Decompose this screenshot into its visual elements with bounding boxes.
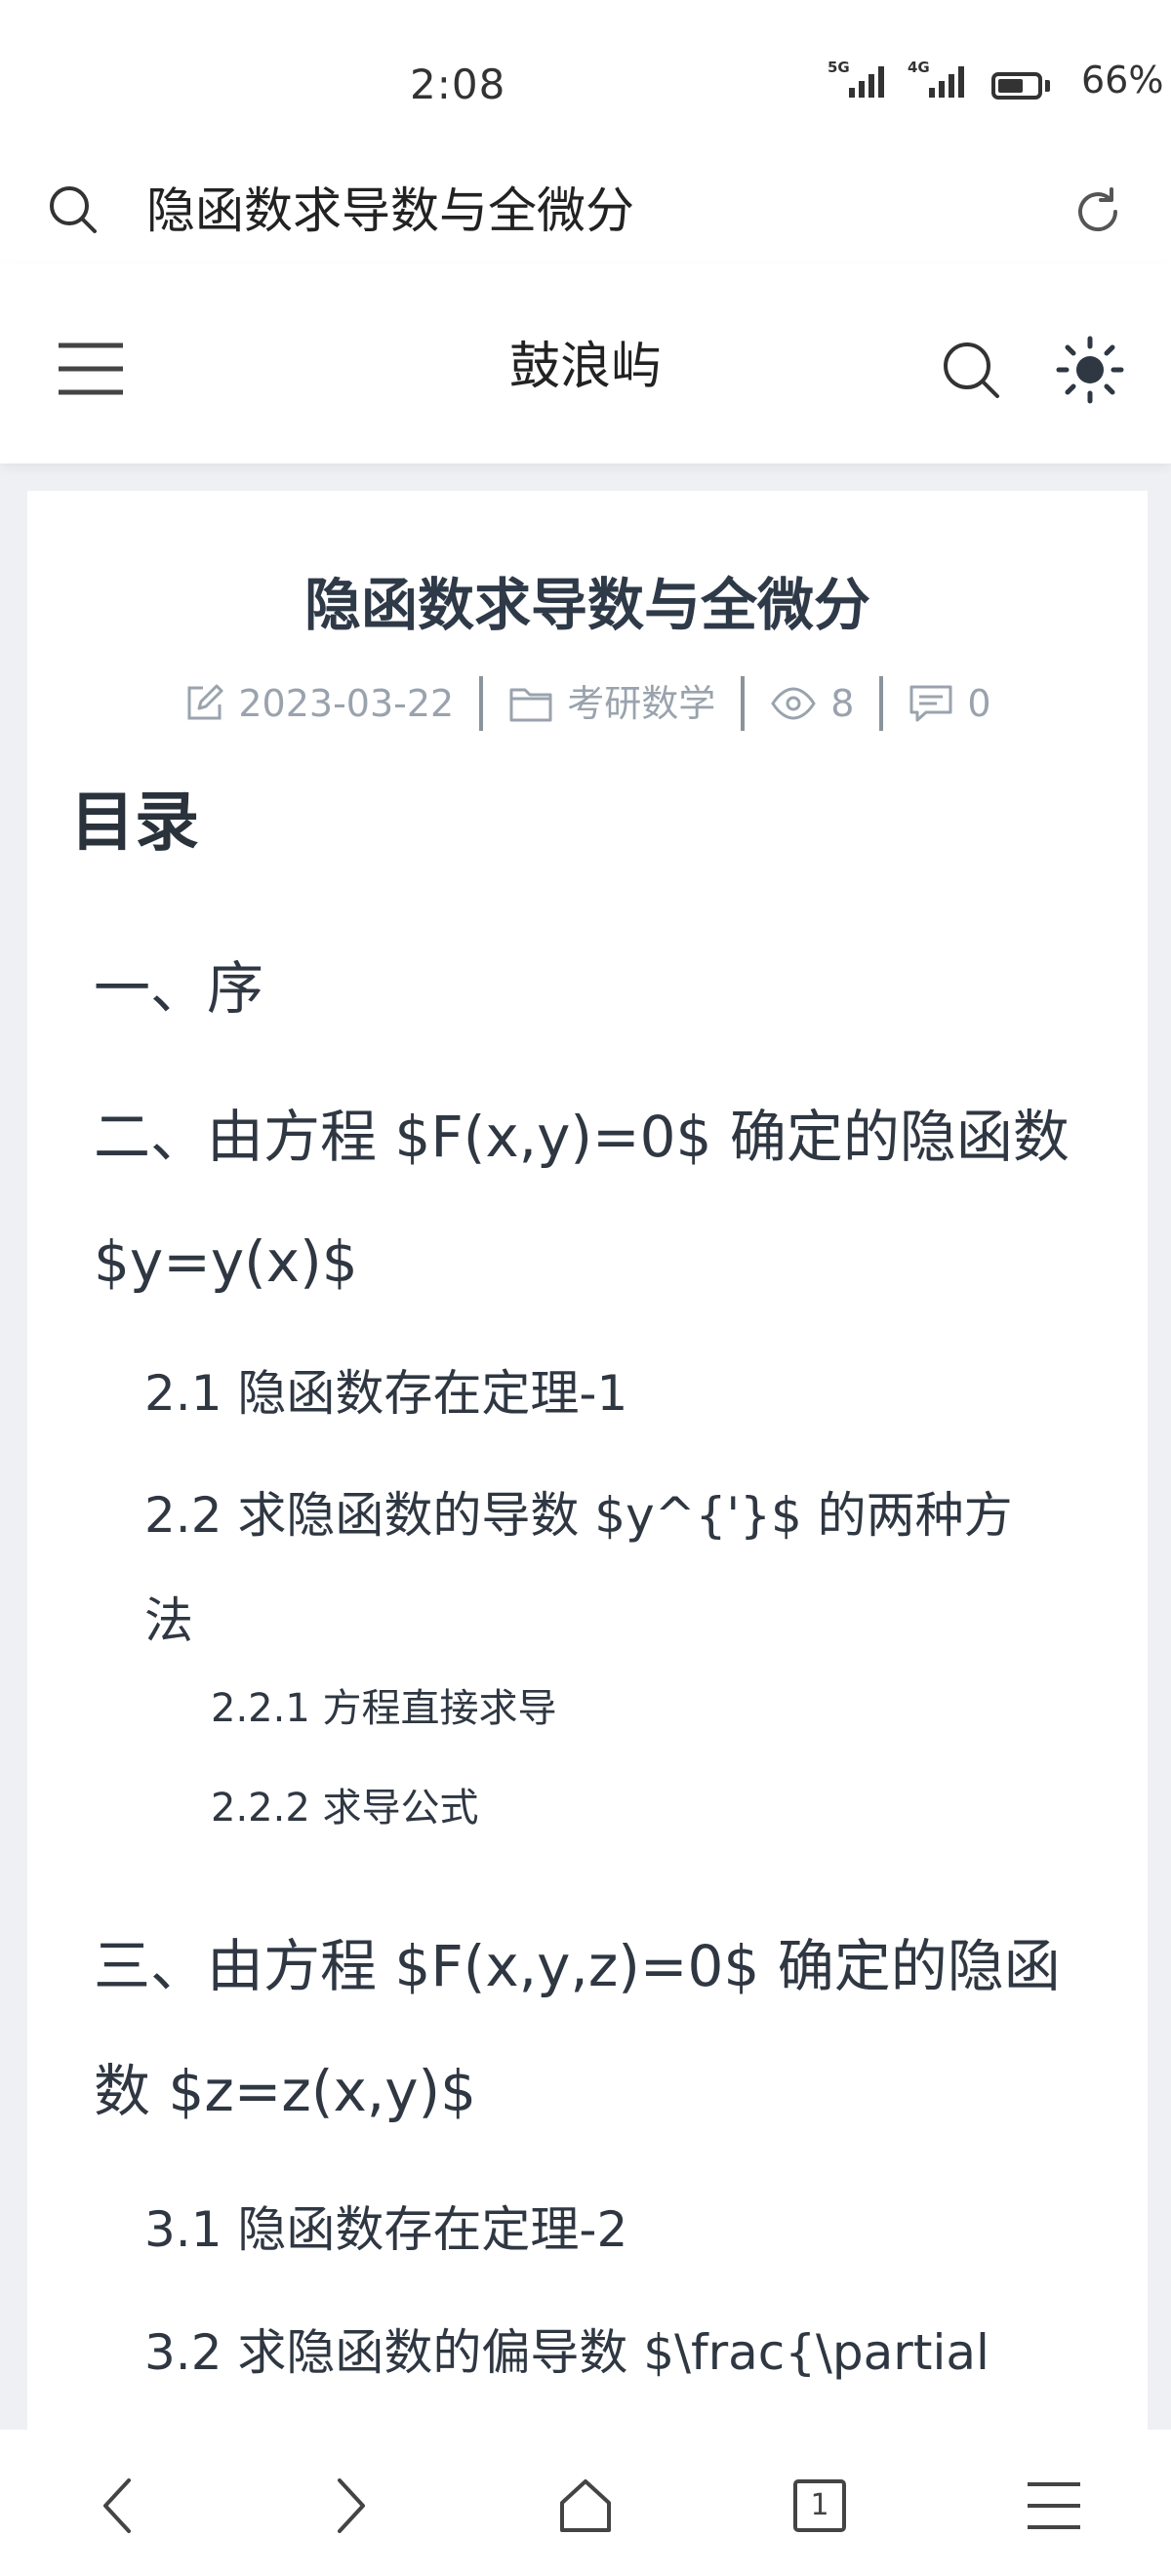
article-card: 隐函数求导数与全微分 2023-03-22 考研数学 8 0 目录 一、序 二、… xyxy=(27,491,1148,2442)
battery-icon xyxy=(991,72,1050,100)
browser-address-bar[interactable]: 隐函数求导数与全微分 xyxy=(0,156,1171,263)
toc-item-2-2-1[interactable]: 2.2.1 方程直接求导 xyxy=(211,1679,1011,1738)
toc-item-3-2[interactable]: 3.2 求隐函数的偏导数 $\frac{\partial xyxy=(144,2300,1042,2405)
home-icon xyxy=(560,2479,611,2532)
post-category[interactable]: 考研数学 xyxy=(508,680,715,727)
tab-count: 1 xyxy=(810,2488,829,2522)
network-type-label: 4G xyxy=(908,59,930,76)
reload-icon[interactable] xyxy=(1070,183,1126,240)
tabs-button[interactable]: 1 xyxy=(781,2467,859,2545)
meta-divider xyxy=(479,676,484,731)
meta-divider xyxy=(879,676,884,731)
status-time: 2:08 xyxy=(410,60,506,108)
toc-item-3[interactable]: 三、由方程 $F(x,y,z)=0$ 确定的隐函数 $z=z(x,y)$ xyxy=(94,1904,1070,2153)
battery-percent: 66% xyxy=(1081,59,1164,101)
search-icon[interactable] xyxy=(47,183,100,236)
forward-button[interactable] xyxy=(312,2467,390,2545)
search-icon[interactable] xyxy=(939,338,1003,402)
toc-item-2-2-2[interactable]: 2.2.2 求导公式 xyxy=(211,1779,1011,1837)
post-views: 8 xyxy=(770,680,854,727)
status-bar: 2:08 5G 4G 66% xyxy=(0,0,1171,156)
status-indicators: 5G 4G 66% xyxy=(828,60,1163,100)
network-type-label: 5G xyxy=(828,59,850,76)
toc-item-3-1[interactable]: 3.1 隐函数存在定理-2 xyxy=(144,2177,1042,2282)
toc-item-2-1[interactable]: 2.1 隐函数存在定理-1 xyxy=(144,1341,1042,1446)
post-category-text[interactable]: 考研数学 xyxy=(567,680,715,727)
meta-divider xyxy=(741,676,746,731)
edit-icon xyxy=(187,684,223,720)
toc-heading: 目录 xyxy=(70,785,199,860)
signal-4g-icon: 4G xyxy=(908,60,966,100)
forward-icon xyxy=(338,2478,365,2533)
post-views-count: 8 xyxy=(830,682,855,725)
sun-icon[interactable] xyxy=(1056,336,1124,404)
menu-icon xyxy=(1028,2482,1080,2529)
menu-button[interactable] xyxy=(1015,2467,1093,2545)
address-text[interactable]: 隐函数求导数与全微分 xyxy=(146,183,634,238)
back-icon xyxy=(103,2478,131,2533)
site-header: 鼓浪屿 xyxy=(0,263,1171,463)
toc-item-2-2[interactable]: 2.2 求隐函数的导数 $y^{'}$ 的两种方法 xyxy=(144,1463,1042,1673)
toc-item-2[interactable]: 二、由方程 $F(x,y)=0$ 确定的隐函数 $y=y(x)$ xyxy=(94,1074,1070,1324)
post-comments-count[interactable]: 0 xyxy=(967,680,990,727)
signal-5g-icon: 5G xyxy=(828,60,886,100)
toc-item-1[interactable]: 一、序 xyxy=(94,926,1070,1051)
eye-icon xyxy=(771,687,817,720)
post-date: 2023-03-22 xyxy=(183,680,454,727)
post-title: 隐函数求导数与全微分 xyxy=(303,572,870,638)
back-button[interactable] xyxy=(78,2467,156,2545)
post-meta: 2023-03-22 考研数学 8 0 xyxy=(27,676,1148,731)
home-button[interactable] xyxy=(546,2467,625,2545)
post-date-text: 2023-03-22 xyxy=(238,682,455,725)
folder-icon xyxy=(509,688,552,722)
post-comments[interactable]: 0 xyxy=(909,680,991,727)
browser-bottom-nav: 1 xyxy=(0,2430,1171,2576)
comment-icon xyxy=(909,685,952,722)
